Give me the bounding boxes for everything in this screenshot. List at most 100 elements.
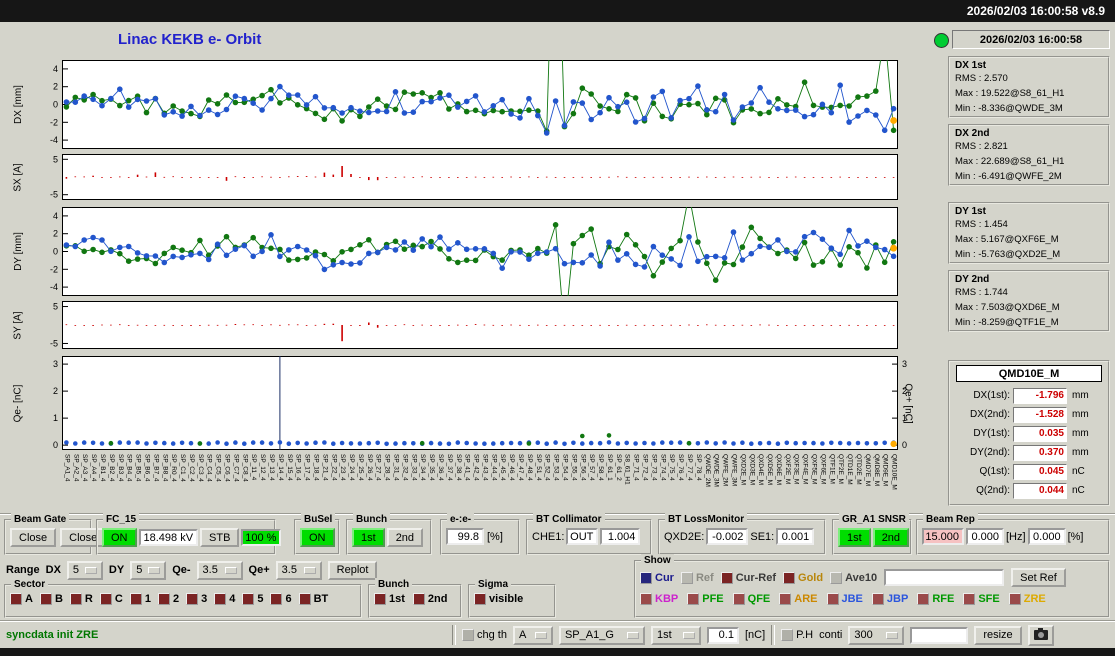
checkbox-cur[interactable]: Cur bbox=[640, 572, 674, 584]
stats-min: Min : -5.763@QXD2E_M bbox=[955, 247, 1108, 262]
x-tick-label: QMD7E_M bbox=[864, 454, 871, 486]
checkbox-box bbox=[781, 629, 793, 641]
checkbox-6[interactable]: 6 bbox=[270, 593, 291, 605]
bunch-1st-button[interactable]: 1st bbox=[352, 528, 385, 547]
bunch-2nd-button[interactable]: 2nd bbox=[387, 528, 423, 547]
gr-snsr-1st-button[interactable]: 1st bbox=[838, 528, 871, 547]
checkbox-2[interactable]: 2 bbox=[158, 593, 179, 605]
range-label: Range bbox=[6, 564, 40, 576]
fc15-on-button[interactable]: ON bbox=[102, 528, 137, 547]
checkbox-bt[interactable]: BT bbox=[299, 593, 329, 605]
monitor-row-label: DY(1st): bbox=[954, 428, 1010, 439]
range-qep-select[interactable]: 3.5 bbox=[276, 561, 322, 580]
checkbox-2nd[interactable]: 2nd bbox=[413, 593, 448, 605]
checkbox-1st[interactable]: 1st bbox=[374, 593, 405, 605]
plot-dx: 420-2-4 bbox=[36, 60, 916, 149]
ref-name-input[interactable] bbox=[884, 569, 1004, 586]
range-dy-select[interactable]: 5 bbox=[130, 561, 166, 580]
range-qem-select[interactable]: 3.5 bbox=[197, 561, 243, 580]
checkbox-jbe[interactable]: JBE bbox=[827, 593, 863, 605]
group-title: e-:e- bbox=[447, 513, 474, 526]
checkbox-label: Ave10 bbox=[845, 572, 877, 584]
points-value: 300 bbox=[854, 629, 872, 641]
monitor-row-label: Q(2nd): bbox=[954, 485, 1010, 496]
ee-ratio-unit: [%] bbox=[487, 531, 503, 543]
threshold-display: 0.1 bbox=[707, 627, 739, 644]
x-tick-label: SP_77_4 bbox=[686, 454, 693, 481]
busel-group: BuSel ON bbox=[294, 519, 340, 555]
checkbox-gold[interactable]: Gold bbox=[783, 572, 823, 584]
beam-gate-close-button-1[interactable]: Close bbox=[10, 528, 56, 547]
checkbox-cur-ref[interactable]: Cur-Ref bbox=[721, 572, 776, 584]
checkbox-kbp[interactable]: KBP bbox=[640, 593, 678, 605]
monitor-row: Q(1st): 0.045 nC bbox=[950, 462, 1108, 481]
x-tick-label: QMD9E_M bbox=[882, 454, 889, 486]
checkbox-rfe[interactable]: RFE bbox=[917, 593, 954, 605]
svg-text:2: 2 bbox=[53, 82, 58, 92]
checkbox-label: PFE bbox=[702, 593, 723, 605]
monitor-row-value: 0.370 bbox=[1013, 445, 1067, 461]
conti-button[interactable]: conti bbox=[819, 629, 842, 641]
checkbox-qfe[interactable]: QFE bbox=[733, 593, 771, 605]
checkbox-visible[interactable]: visible bbox=[474, 593, 523, 605]
checkbox-r[interactable]: R bbox=[70, 593, 93, 605]
monitor-row-unit: mm bbox=[1072, 390, 1089, 401]
stats-title: DY 2nd bbox=[955, 274, 1108, 285]
mode-select[interactable]: A bbox=[513, 626, 553, 645]
checkbox-ave10[interactable]: Ave10 bbox=[830, 572, 877, 584]
busel-on-button[interactable]: ON bbox=[300, 528, 335, 547]
collimator-value-display: 1.004 bbox=[600, 528, 640, 545]
stats-max: Max : 19.522@S8_61_H1 bbox=[955, 86, 1108, 101]
checkbox-label: chg th bbox=[477, 629, 507, 641]
checkbox-are[interactable]: ARE bbox=[779, 593, 817, 605]
x-tick-label: SP_53_4 bbox=[553, 454, 560, 481]
bunch-select[interactable]: 1st bbox=[651, 626, 701, 645]
svg-text:3: 3 bbox=[53, 359, 58, 369]
x-tick-label: SP_48_4 bbox=[526, 454, 533, 481]
checkbox-b[interactable]: B bbox=[40, 593, 63, 605]
checkbox-zre[interactable]: ZRE bbox=[1009, 593, 1046, 605]
range-dx-select[interactable]: 5 bbox=[67, 561, 103, 580]
stats-title: DY 1st bbox=[955, 206, 1108, 217]
checkbox-chg-th[interactable]: chg th bbox=[462, 629, 507, 641]
checkbox-label: ARE bbox=[794, 593, 817, 605]
status-led bbox=[934, 33, 949, 48]
set-ref-button[interactable]: Set Ref bbox=[1011, 568, 1066, 587]
svg-text:-2: -2 bbox=[50, 264, 58, 274]
bunch-select-group: Bunch 1st2nd bbox=[368, 584, 462, 618]
checkbox-label: KBP bbox=[655, 593, 678, 605]
gr-snsr-2nd-button[interactable]: 2nd bbox=[873, 528, 909, 547]
checkbox-jbp[interactable]: JBP bbox=[872, 593, 908, 605]
bottom-bar bbox=[0, 648, 1115, 656]
aux-input[interactable] bbox=[910, 627, 968, 644]
svg-text:0: 0 bbox=[53, 100, 58, 110]
checkbox-sfe[interactable]: SFE bbox=[963, 593, 999, 605]
dropdown-indicator bbox=[535, 632, 547, 639]
checkbox-5[interactable]: 5 bbox=[242, 593, 263, 605]
x-tick-label: SP_B7_4 bbox=[152, 454, 159, 481]
svg-text:2: 2 bbox=[53, 229, 58, 239]
x-tick-label: SP_C3_4 bbox=[197, 454, 204, 482]
points-select[interactable]: 300 bbox=[848, 626, 904, 645]
checkbox-pfe[interactable]: PFE bbox=[687, 593, 723, 605]
x-tick-label: SP_18_4 bbox=[313, 454, 320, 481]
checkbox-3[interactable]: 3 bbox=[186, 593, 207, 605]
fc15-stb-button[interactable]: STB bbox=[200, 528, 239, 547]
replot-button[interactable]: Replot bbox=[328, 561, 378, 580]
checkbox-box bbox=[872, 593, 884, 605]
svg-text:5: 5 bbox=[53, 154, 58, 164]
device-select[interactable]: SP_A1_G bbox=[559, 626, 645, 645]
snapshot-button[interactable] bbox=[1028, 625, 1054, 646]
checkbox-4[interactable]: 4 bbox=[214, 593, 235, 605]
checkbox-label: QFE bbox=[748, 593, 771, 605]
checkbox-ph[interactable]: P.H bbox=[781, 629, 813, 641]
checkbox-ref[interactable]: Ref bbox=[681, 572, 714, 584]
x-tick-label: QMD8E_M bbox=[873, 454, 880, 486]
x-tick-label: SP_B3_4 bbox=[117, 454, 124, 481]
checkbox-c[interactable]: C bbox=[100, 593, 123, 605]
x-tick-label: SP_A3_4 bbox=[81, 454, 88, 481]
x-tick-label: SP_16_4 bbox=[295, 454, 302, 481]
checkbox-a[interactable]: A bbox=[10, 593, 33, 605]
resize-button[interactable]: resize bbox=[974, 626, 1021, 645]
checkbox-1[interactable]: 1 bbox=[130, 593, 151, 605]
